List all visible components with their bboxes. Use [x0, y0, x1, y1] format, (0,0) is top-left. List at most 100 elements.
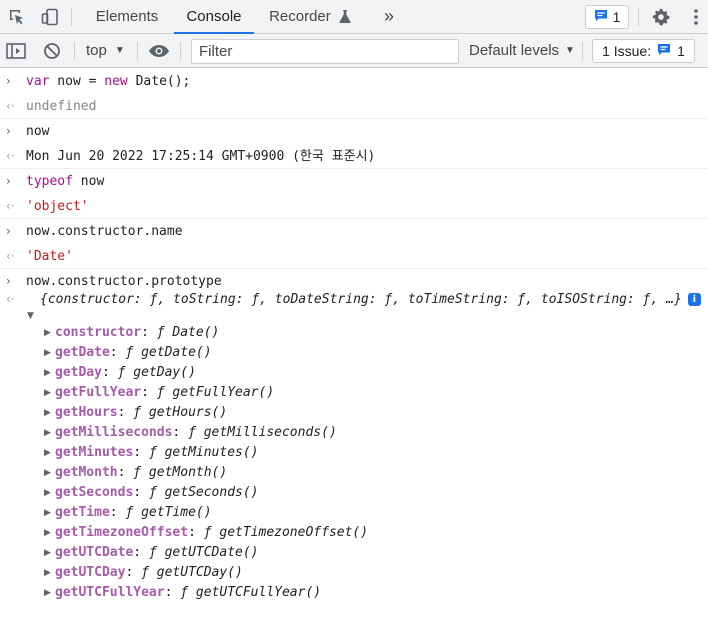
property-row[interactable]: ▶ getMonth: ƒ getMonth() [0, 463, 708, 483]
console-input-line[interactable]: › now [0, 119, 708, 144]
property-row[interactable]: ▶ getUTCDay: ƒ getUTCDay() [0, 563, 708, 583]
expand-triangle-icon[interactable]: ▶ [44, 383, 51, 403]
code-token: 'Date' [26, 249, 73, 264]
tab-recorder[interactable]: Recorder [262, 0, 358, 34]
property-value: ƒ getHours() [133, 405, 228, 420]
expand-triangle-icon[interactable]: ▶ [44, 323, 51, 343]
message-icon [657, 43, 671, 59]
property-row[interactable]: ▶ constructor: ƒ Date() [0, 323, 708, 343]
message-icon [594, 9, 608, 25]
expand-triangle-icon[interactable]: ▶ [44, 443, 51, 463]
property-row[interactable]: ▶ getTime: ƒ getTime() [0, 503, 708, 523]
code-token: 'object' [26, 199, 89, 214]
console-result-line[interactable]: ‹· undefined [0, 94, 708, 119]
property-key: getSeconds [55, 485, 134, 500]
property-row[interactable]: ▶ getMilliseconds: ƒ getMilliseconds() [0, 423, 708, 443]
tab-elements[interactable]: Elements [86, 0, 168, 34]
code-token: now [26, 124, 50, 139]
expand-triangle-icon[interactable]: ▶ [44, 563, 51, 583]
tab-console-label: Console [186, 8, 242, 25]
property-separator: : [188, 525, 204, 540]
property-separator: : [172, 425, 189, 440]
divider [638, 8, 639, 26]
property-separator: : [141, 385, 157, 400]
messages-badge-button[interactable]: 1 [585, 5, 629, 29]
expand-triangle-icon[interactable]: ▶ [44, 523, 51, 543]
expand-triangle-icon[interactable]: ▶ [44, 483, 51, 503]
device-toolbar-icon[interactable] [40, 7, 60, 27]
property-separator: : [164, 585, 181, 600]
console-result-line[interactable]: ‹· 'object' [0, 194, 708, 219]
expand-triangle-icon[interactable]: ▶ [44, 363, 51, 383]
property-value: ƒ getMinutes() [148, 445, 259, 460]
code-token: Mon Jun 20 2022 17:25:14 GMT+0900 (한국 표준… [26, 149, 376, 164]
kebab-menu-icon[interactable] [686, 7, 706, 27]
filter-placeholder: Filter [199, 43, 233, 60]
expand-triangle-icon[interactable]: ▶ [44, 423, 51, 443]
console-result-line[interactable]: ‹· Mon Jun 20 2022 17:25:14 GMT+0900 (한국 … [0, 144, 708, 169]
property-row[interactable]: ▶ getHours: ƒ getHours() [0, 403, 708, 423]
clear-console-icon[interactable] [42, 41, 62, 61]
code-token: Date(); [127, 74, 191, 89]
context-selector[interactable]: top ▼ [86, 34, 125, 68]
expand-triangle-icon[interactable]: ▶ [44, 403, 51, 423]
property-row[interactable]: ▶ getSeconds: ƒ getSeconds() [0, 483, 708, 503]
property-separator: : [133, 545, 149, 560]
tab-elements-label: Elements [95, 8, 159, 25]
expand-triangle-icon[interactable]: ▶ [44, 463, 51, 483]
property-value: ƒ getSeconds() [148, 485, 259, 500]
property-key: getMilliseconds [55, 425, 173, 440]
property-separator: : [117, 405, 134, 420]
property-separator: : [133, 485, 149, 500]
object-output[interactable]: ‹· ▼ {constructor: ƒ, toString: ƒ, toDat… [0, 291, 708, 323]
console-output[interactable]: › var now = new Date(); ‹· undefined › now ‹· M… [0, 69, 708, 603]
property-row[interactable]: ▶ getDate: ƒ getDate() [0, 343, 708, 363]
sidebar-toggle-icon[interactable] [6, 41, 26, 61]
log-levels-dropdown[interactable]: Default levels ▼ [469, 34, 575, 68]
tab-console[interactable]: Console [174, 0, 254, 35]
property-value: ƒ getUTCDate() [148, 545, 259, 560]
tab-recorder-label: Recorder [269, 8, 331, 25]
input-prompt-icon: › [6, 224, 11, 238]
issues-count: 1 [677, 43, 685, 59]
property-key: getDate [55, 345, 110, 360]
console-input-line[interactable]: › typeof now [0, 169, 708, 194]
property-value: ƒ Date() [156, 325, 220, 340]
property-row[interactable]: ▶ getDay: ƒ getDay() [0, 363, 708, 383]
console-input-line[interactable]: › now.constructor.name [0, 219, 708, 244]
result-arrow-icon: ‹· [6, 99, 15, 113]
devtools-tab-bar: Elements Console Recorder » 1 [0, 0, 708, 35]
issues-label: 1 Issue: [602, 43, 652, 59]
property-value: ƒ getUTCFullYear() [180, 585, 322, 600]
property-key: getMonth [55, 465, 118, 480]
property-row[interactable]: ▶ getFullYear: ƒ getFullYear() [0, 383, 708, 403]
expand-triangle-icon[interactable]: ▼ [27, 311, 34, 321]
input-prompt-icon: › [6, 174, 11, 188]
console-input-line[interactable]: › var now = new Date(); [0, 69, 708, 94]
expand-triangle-icon[interactable]: ▶ [44, 503, 51, 523]
filter-input[interactable]: Filter [191, 39, 459, 64]
info-icon[interactable]: i [687, 293, 701, 306]
more-tabs-button[interactable]: » [376, 0, 402, 34]
property-row[interactable]: ▶ getUTCFullYear: ƒ getUTCFullYear() [0, 583, 708, 603]
expand-triangle-icon[interactable]: ▶ [44, 343, 51, 363]
eye-icon[interactable] [148, 41, 170, 61]
inspect-element-icon[interactable] [7, 7, 27, 27]
levels-label: Default levels [469, 42, 560, 59]
gear-icon[interactable] [651, 7, 671, 27]
issues-button[interactable]: 1 Issue: 1 [592, 39, 695, 63]
property-row[interactable]: ▶ getUTCDate: ƒ getUTCDate() [0, 543, 708, 563]
property-value: ƒ getDay() [117, 365, 196, 380]
property-key: getTime [55, 505, 110, 520]
console-result-line[interactable]: ‹· 'Date' [0, 244, 708, 269]
property-row[interactable]: ▶ getTimezoneOffset: ƒ getTimezoneOffset(… [0, 523, 708, 543]
expand-triangle-icon[interactable]: ▶ [44, 583, 51, 603]
property-key: getFullYear [55, 385, 142, 400]
property-value: ƒ getUTCDay() [141, 565, 243, 580]
triangle-down-icon: ▼ [565, 45, 575, 56]
property-separator: : [133, 445, 149, 460]
messages-count: 1 [612, 9, 621, 25]
console-messages: › var now = new Date(); ‹· undefined › now ‹· M… [0, 69, 708, 294]
property-row[interactable]: ▶ getMinutes: ƒ getMinutes() [0, 443, 708, 463]
expand-triangle-icon[interactable]: ▶ [44, 543, 51, 563]
